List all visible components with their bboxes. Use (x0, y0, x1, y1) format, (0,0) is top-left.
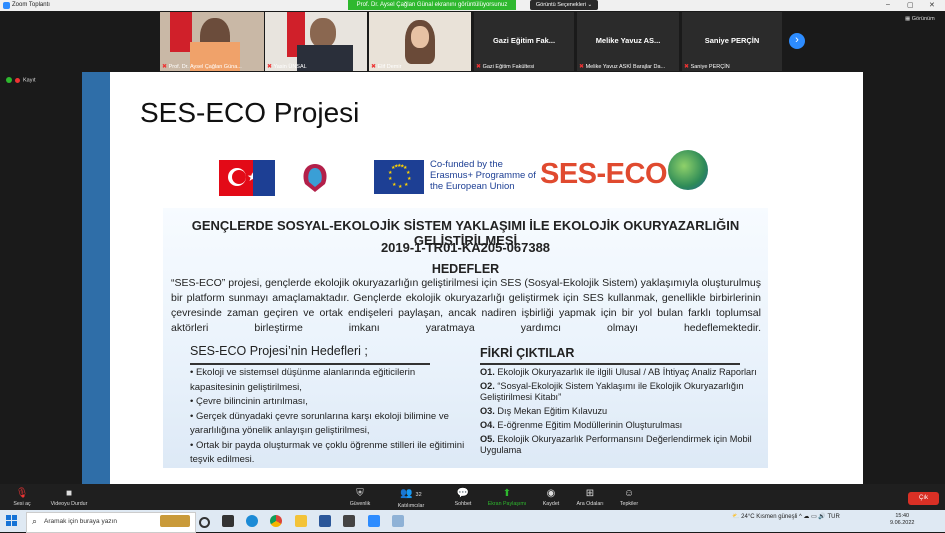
screen-share-banner[interactable]: Prof. Dr. Aysel Çağlan Günal ekranını gö… (348, 0, 516, 10)
leave-button[interactable]: Çık (908, 492, 939, 505)
svg-text:★: ★ (388, 176, 393, 182)
unmute-button[interactable]: 🎙 Sesi aç (10, 488, 34, 507)
svg-text:★: ★ (398, 184, 403, 190)
list-item: O1. Ekolojik Okuryazarlık ile ilgili Ulu… (480, 367, 757, 377)
divider (480, 363, 740, 365)
search-icon: ⌕ (32, 516, 38, 526)
share-screen-button[interactable]: ⬆ Ekran Paylaşımı (484, 488, 530, 507)
chrome-browser-icon[interactable] (270, 515, 282, 527)
list-item: • Çevre bilincinin artırılması, (190, 396, 308, 407)
participant-tile[interactable]: ✖ Yasin ÜNSAL (265, 12, 367, 71)
edge-browser-icon[interactable] (246, 515, 258, 527)
word-app-icon[interactable] (319, 515, 331, 527)
weather-widget[interactable]: ⛅ 24°C Kısmen güneşli ^ ☁ ▭ 🔊 TUR (732, 513, 840, 520)
svg-text:★: ★ (392, 182, 397, 188)
list-item: • Ekoloji ve sistemsel düşünme alanların… (190, 367, 416, 393)
zoom-taskbar-icon[interactable] (368, 515, 380, 527)
share-screen-icon: ⬆ (502, 488, 512, 499)
participant-tile[interactable]: Gazi Eğitim Fak... ✖ Gazi Eğitim Fakülte… (474, 12, 574, 71)
record-button[interactable]: ◉ Kaydet (538, 488, 564, 507)
participant-name: ✖ Prof. Dr. Aysel Çağlan Güna... (162, 64, 242, 70)
participant-name: ✖ Melike Yavuz ASKİ Barajlar Da... (579, 64, 666, 70)
globe-logo-icon (668, 150, 708, 190)
stop-video-button[interactable]: ■ Videoyu Durdur (45, 488, 93, 507)
system-tray-icons: ^ ☁ ▭ 🔊 TUR (798, 514, 840, 520)
objectives-list: • Ekoloji ve sistemsel düşünme alanların… (190, 366, 468, 468)
participants-icon: 👥 32 (400, 488, 422, 499)
start-menu-icon[interactable] (6, 515, 18, 527)
reactions-button[interactable]: ☺ Tepkiler (616, 488, 642, 507)
participant-name: ✖ Gazi Eğitim Fakültesi (476, 64, 535, 70)
close-button[interactable]: ✕ (929, 1, 935, 9)
erasmus-cofunded-text: Co-funded by the Erasmus+ Programme of t… (430, 159, 536, 192)
outputs-list: O1. Ekolojik Okuryazarlık ile ilgili Ulu… (480, 367, 765, 459)
participant-tile[interactable]: ✖ Prof. Dr. Aysel Çağlan Güna... (160, 12, 264, 71)
eu-flag-logo: ★ ★★★ ★★★★ ★★ ★★ (374, 160, 424, 194)
record-icon: ◉ (546, 488, 556, 499)
record-dot-icon (15, 77, 20, 83)
divider (190, 363, 430, 365)
list-item: O3. Dış Mekan Eğitim Kılavuzu (480, 406, 608, 416)
zoom-app-icon (3, 2, 10, 9)
participant-name: ✖ Elif Demir (371, 64, 402, 70)
widgets-icon[interactable] (222, 515, 234, 527)
gallery-view-button[interactable]: ▦ Görünüm (905, 16, 935, 22)
participants-button[interactable]: 👥 32 Katılımcılar (394, 488, 428, 509)
taskbar-clock[interactable]: 15:40 9.06.2022 (890, 513, 914, 527)
svg-text:★: ★ (404, 182, 409, 188)
participant-tile[interactable]: ✖ Elif Demir (369, 12, 471, 71)
file-explorer-icon[interactable] (295, 515, 307, 527)
view-options-button[interactable]: Görüntü Seçenekleri ⌄ (530, 0, 598, 10)
national-agency-logo (303, 164, 327, 192)
recording-indicator: Kayıt (6, 77, 36, 83)
next-page-arrow-icon[interactable]: › (789, 33, 805, 49)
video-camera-icon: ■ (65, 488, 73, 499)
participant-big-name: Gazi Eğitim Fak... (492, 36, 556, 45)
project-code: 2019-1-TR01-KA205-067388 (380, 240, 551, 255)
participant-big-name: Saniye PERÇİN (704, 36, 760, 45)
minimize-button[interactable]: – (886, 1, 890, 8)
list-item: • Gerçek dünyadaki çevre sorunlarına kar… (190, 410, 449, 437)
svg-text:★: ★ (394, 164, 399, 170)
ses-eco-brand: SES-ECO (540, 158, 668, 190)
objectives-title: SES-ECO Projesi’nin Hedefleri ; (190, 344, 368, 358)
muted-mic-icon: 🎙 (15, 488, 29, 499)
shield-icon (6, 77, 12, 83)
security-button[interactable]: ⛨ Güvenlik (343, 488, 377, 507)
list-item: • Ortak bir payda oluşturmak ve çoklu öğ… (190, 439, 465, 466)
slide-partial-text (370, 476, 530, 484)
sun-cloud-icon: ⛅ (732, 514, 740, 520)
chat-button[interactable]: 💬 Sohbet (449, 488, 477, 507)
participant-big-name: Melike Yavuz AS... (595, 36, 661, 45)
participant-tile[interactable]: Melike Yavuz AS... ✖ Melike Yavuz ASKİ B… (577, 12, 679, 71)
reactions-icon: ☺ (623, 488, 635, 499)
svg-text:★: ★ (400, 164, 405, 170)
participant-name: ✖ Saniye PERÇİN (684, 64, 730, 70)
participant-name: ✖ Yasin ÜNSAL (267, 64, 307, 70)
task-view-icon[interactable] (199, 517, 210, 528)
window-title: Zoom Toplantı (12, 2, 50, 8)
slide-title: SES-ECO Projesi (140, 97, 360, 128)
app-taskbar-icon[interactable] (392, 515, 404, 527)
maximize-button[interactable]: ▢ (907, 1, 914, 9)
goals-heading: HEDEFLER (431, 262, 500, 276)
turkish-flag-logo: ★ (219, 160, 275, 196)
list-item: O2. “Sosyal-Ekolojik Sistem Yaklaşımı il… (480, 381, 744, 402)
chat-icon: 💬 (456, 488, 470, 499)
list-item: O4. E-öğrenme Eğitim Modüllerinin Oluştu… (480, 420, 683, 430)
outputs-title: FİKRİ ÇIKTILAR (480, 346, 575, 360)
participant-tile[interactable]: Saniye PERÇİN ✖ Saniye PERÇİN (682, 12, 782, 71)
project-description: “SES-ECO” projesi, gençlerde ekolojik ok… (171, 277, 761, 334)
news-widget-icon[interactable] (160, 515, 190, 527)
breakout-rooms-button[interactable]: ⊞ Ara Odaları (573, 488, 607, 507)
breakout-rooms-icon: ⊞ (585, 488, 595, 499)
slide-accent-bar (82, 72, 110, 484)
mail-app-icon[interactable] (343, 515, 355, 527)
list-item: O5. Ekolojik Okuryazarlık Performansını … (480, 434, 752, 455)
shield-icon: ⛨ (356, 488, 364, 499)
